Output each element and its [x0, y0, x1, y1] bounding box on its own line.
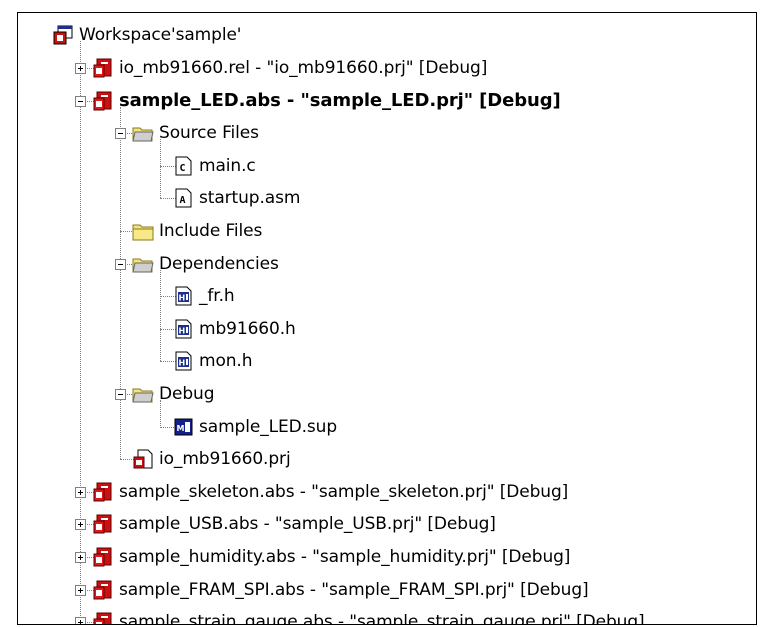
tree-item-project[interactable]: sample_humidity.abs - "sample_humidity.p…	[92, 541, 570, 573]
svg-text:H: H	[179, 359, 186, 368]
project-icon	[92, 57, 114, 79]
workspace-tree-panel: Workspace'sample' io_mb91660.rel - "io_m…	[17, 12, 757, 625]
tree-item-folder[interactable]: Source Files	[132, 117, 259, 149]
tree-item-label: mon.h	[199, 351, 253, 372]
tree-item-file[interactable]: M sample_LED.sup	[172, 411, 337, 443]
header-file-icon: H	[172, 318, 194, 340]
tree-item-project[interactable]: sample_USB.abs - "sample_USB.prj" [Debug…	[92, 508, 496, 540]
tree-item-file[interactable]: Cmain.c	[172, 150, 256, 182]
tree-item-folder[interactable]: Debug	[132, 378, 215, 410]
tree-item-label: Workspace'sample'	[79, 25, 242, 46]
tree-item-project[interactable]: sample_strain_gauge.abs - "sample_strain…	[92, 606, 645, 625]
tree-item-label: io_mb91660.rel - "io_mb91660.prj" [Debug…	[119, 57, 488, 78]
collapse-toggle[interactable]	[75, 95, 86, 107]
tree-item-label: sample_LED.abs - "sample_LED.prj" [Debug…	[119, 90, 561, 111]
sup-file-icon: M	[172, 416, 194, 438]
tree-item-label: _fr.h	[199, 286, 235, 307]
tree-item-label: mb91660.h	[199, 318, 296, 339]
tree-item-label: sample_FRAM_SPI.abs - "sample_FRAM_SPI.p…	[119, 579, 589, 600]
expand-toggle[interactable]	[75, 617, 86, 624]
tree-item-folder[interactable]: Include Files	[132, 215, 262, 247]
workspace-icon	[52, 24, 74, 46]
svg-text:C: C	[180, 163, 186, 174]
svg-text:H: H	[179, 326, 186, 335]
tree-item-label: startup.asm	[199, 188, 301, 209]
tree-item-project[interactable]: sample_LED.abs - "sample_LED.prj" [Debug…	[92, 85, 561, 117]
expand-toggle[interactable]	[75, 519, 86, 531]
tree-item-label: Include Files	[159, 220, 263, 241]
prj-file-icon	[132, 448, 154, 470]
open-folder-icon	[132, 253, 154, 275]
expand-toggle[interactable]	[75, 62, 86, 74]
tree-item-project[interactable]: sample_skeleton.abs - "sample_skeleton.p…	[92, 476, 568, 508]
tree-item-project[interactable]: sample_FRAM_SPI.abs - "sample_FRAM_SPI.p…	[92, 574, 589, 606]
tree-connector-line	[120, 106, 121, 460]
tree-item-label: sample_LED.sup	[199, 416, 338, 437]
tree-item-file[interactable]: H mb91660.h	[172, 313, 296, 345]
tree-item-label: sample_strain_gauge.abs - "sample_strain…	[119, 612, 645, 625]
tree-item-file[interactable]: Astartup.asm	[172, 182, 300, 214]
tree-item-label: Source Files	[159, 123, 259, 144]
workspace-root[interactable]: Workspace'sample'	[52, 19, 241, 51]
expand-toggle[interactable]	[75, 551, 86, 563]
workspace-tree: Workspace'sample' io_mb91660.rel - "io_m…	[18, 13, 756, 625]
project-icon	[92, 90, 114, 112]
tree-item-file[interactable]: H _fr.h	[172, 280, 235, 312]
tree-item-label: io_mb91660.prj	[159, 449, 291, 470]
collapse-toggle[interactable]	[115, 388, 126, 400]
tree-item-file[interactable]: H mon.h	[172, 345, 253, 377]
expand-toggle[interactable]	[75, 584, 86, 596]
tree-item-label: sample_humidity.abs - "sample_humidity.p…	[119, 546, 571, 567]
svg-text:A: A	[180, 195, 186, 206]
project-icon	[92, 579, 114, 601]
open-folder-icon	[132, 383, 154, 405]
header-file-icon: H	[172, 285, 194, 307]
open-folder-icon	[132, 122, 154, 144]
tree-item-folder[interactable]: Dependencies	[132, 248, 279, 280]
tree-item-label: Dependencies	[159, 253, 279, 274]
tree-connector-line	[160, 269, 161, 362]
project-icon	[92, 513, 114, 535]
project-icon	[92, 546, 114, 568]
tree-item-label: main.c	[199, 155, 256, 176]
collapse-toggle[interactable]	[115, 258, 126, 270]
svg-text:H: H	[179, 294, 186, 303]
asm-file-icon: A	[172, 187, 194, 209]
tree-item-folder[interactable]: io_mb91660.prj	[132, 443, 291, 475]
tree-item-label: sample_USB.abs - "sample_USB.prj" [Debug…	[119, 514, 496, 535]
header-file-icon: H	[172, 350, 194, 372]
tree-item-project[interactable]: io_mb91660.rel - "io_mb91660.prj" [Debug…	[92, 52, 487, 84]
folder-icon	[132, 220, 154, 242]
expand-toggle[interactable]	[75, 486, 86, 498]
tree-item-label: Debug	[159, 383, 215, 404]
project-icon	[92, 611, 114, 624]
c-file-icon: C	[172, 155, 194, 177]
tree-item-label: sample_skeleton.abs - "sample_skeleton.p…	[119, 481, 569, 502]
project-icon	[92, 481, 114, 503]
svg-text:M: M	[177, 424, 185, 433]
tree-connector-line	[80, 41, 81, 623]
collapse-toggle[interactable]	[115, 128, 126, 140]
